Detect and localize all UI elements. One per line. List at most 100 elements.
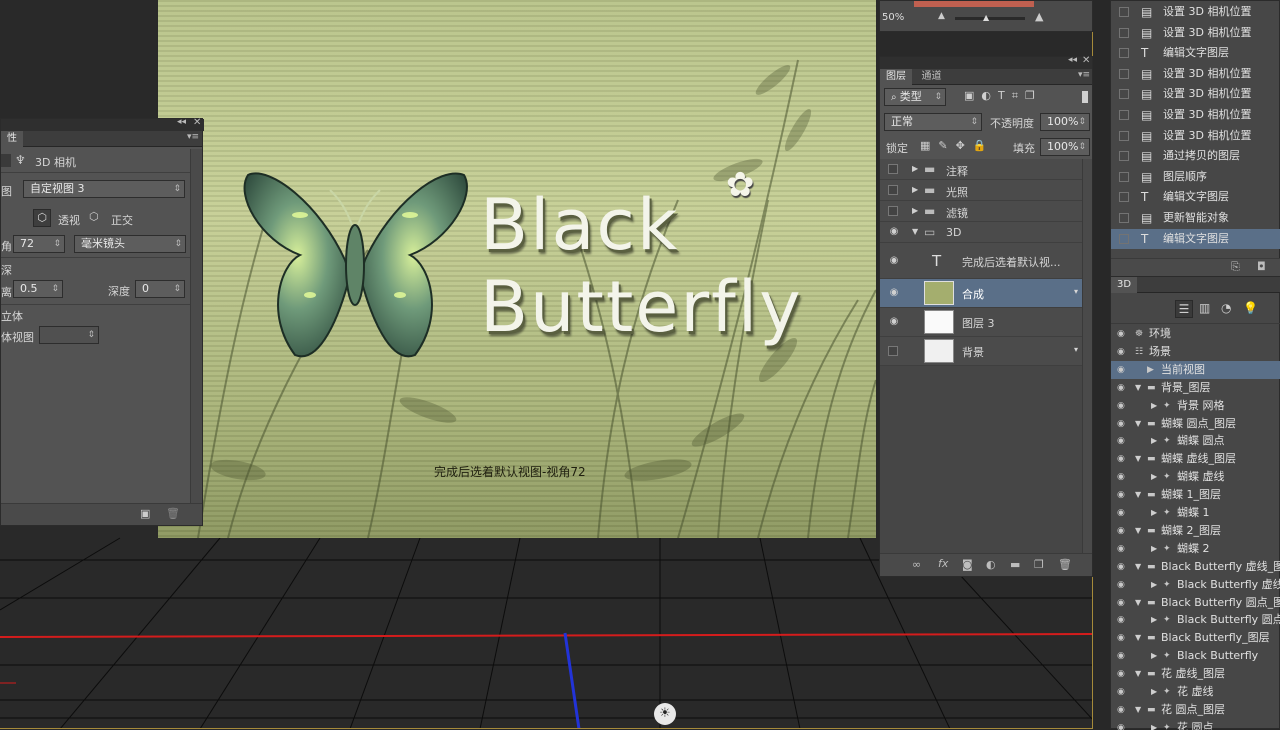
properties-scrollbar[interactable] — [190, 149, 202, 505]
filter-pixel-icon[interactable]: ▣ — [964, 89, 981, 102]
layer-options-arrow-icon[interactable]: ▾ — [1074, 345, 1078, 354]
history-item[interactable]: ▤ 设置 3D 相机位置 — [1111, 23, 1280, 43]
tab-channels[interactable]: 通道 — [916, 69, 948, 85]
history-item[interactable]: ▤ 设置 3D 相机位置 — [1111, 64, 1280, 84]
history-item[interactable]: T 编辑文字图层 — [1111, 187, 1280, 207]
light-widget-icon[interactable]: ☀ — [654, 703, 676, 725]
eye-icon[interactable]: ◉ — [1117, 594, 1125, 612]
collapse-arrow-icon[interactable]: ▼ — [1135, 379, 1141, 397]
expand-arrow-icon[interactable]: ▶ — [1151, 647, 1157, 665]
mask-icon[interactable]: ◙ — [962, 558, 973, 571]
history-checkbox[interactable] — [1119, 151, 1129, 162]
collapse-arrow-icon[interactable]: ▼ — [1135, 450, 1141, 468]
expand-arrow-icon[interactable]: ▶ — [1151, 540, 1157, 558]
history-checkbox[interactable] — [1119, 48, 1129, 59]
expand-arrow-icon[interactable]: ▶ — [912, 185, 918, 194]
render-icon[interactable]: ▣ — [140, 507, 150, 520]
panel-menu-icon[interactable]: ▾≡ — [187, 132, 199, 142]
history-checkbox[interactable] — [1119, 110, 1129, 120]
distance-input[interactable]: 0.5 — [13, 280, 63, 298]
collapse-arrow-icon[interactable]: ▼ — [1135, 558, 1141, 576]
scene-item[interactable]: ◉ ☷ 场景 — [1111, 343, 1280, 361]
eye-icon[interactable]: ◉ — [1117, 665, 1125, 683]
history-item[interactable]: ▤ 图层顺序 — [1111, 167, 1280, 187]
eye-icon[interactable]: ◉ — [1117, 540, 1125, 558]
scene-item[interactable]: ◉ ▼ ▬ 蝴蝶 1_图层 — [1111, 486, 1280, 504]
scene-item[interactable]: ◉ ▼ ▬ 花 虚线_图层 — [1111, 665, 1280, 683]
eye-icon[interactable]: ◉ — [1117, 576, 1125, 594]
eye-icon[interactable]: ◉ — [1117, 361, 1125, 379]
lock-all-icon[interactable]: 🔒 — [973, 139, 995, 152]
tab-3d[interactable]: 3D — [1111, 277, 1138, 293]
fill-input[interactable]: 100% — [1040, 138, 1090, 156]
collapse-arrow-icon[interactable]: ▼ — [1135, 415, 1141, 433]
fov-input[interactable]: 72 — [13, 235, 65, 253]
eye-icon[interactable]: ◉ — [1117, 647, 1125, 665]
history-item[interactable]: ▤ 设置 3D 相机位置 — [1111, 84, 1280, 104]
scene-item[interactable]: ◉ ▶ 当前视图 — [1111, 360, 1280, 379]
layer-options-arrow-icon[interactable]: ▾ — [1074, 287, 1078, 296]
history-checkbox[interactable] — [1119, 171, 1129, 182]
eye-icon[interactable]: ◉ — [1117, 701, 1125, 719]
eye-icon[interactable]: ◉ — [888, 287, 900, 299]
visibility-toggle[interactable] — [888, 164, 898, 174]
layers-scrollbar[interactable] — [1082, 159, 1092, 553]
layer-filter-select[interactable]: ⌕ 类型 — [884, 88, 946, 106]
tab-layers[interactable]: 图层 — [880, 69, 912, 85]
lens-unit-select[interactable]: 毫米镜头 — [74, 235, 186, 253]
close-icon[interactable]: ✕ — [193, 117, 201, 128]
eye-icon[interactable]: ◉ — [1117, 325, 1125, 343]
collapse-arrow-icon[interactable]: ▼ — [1135, 486, 1141, 504]
eye-icon[interactable]: ◉ — [1117, 432, 1125, 450]
scene-item[interactable]: ◉ ▼ ▬ Black Butterfly 圆点_图层 — [1111, 594, 1280, 612]
scene-item[interactable]: ◉ ▶ ✦ 蝴蝶 1 — [1111, 504, 1280, 522]
zoom-out-icon[interactable]: ▲ — [938, 11, 945, 21]
opacity-input[interactable]: 100% — [1040, 113, 1090, 131]
eye-icon[interactable]: ◉ — [1117, 629, 1125, 647]
eye-icon[interactable]: ◉ — [888, 255, 900, 267]
expand-arrow-icon[interactable]: ▶ — [1151, 683, 1157, 701]
collapse-icon[interactable]: ◂◂ — [177, 117, 186, 127]
expand-arrow-icon[interactable]: ▶ — [912, 164, 918, 173]
eye-icon[interactable]: ◉ — [1117, 611, 1125, 629]
snapshot-camera-icon[interactable]: ◘ — [1257, 260, 1266, 273]
eye-icon[interactable]: ◉ — [888, 226, 900, 238]
expand-arrow-icon[interactable]: ▶ — [1151, 719, 1157, 730]
eye-icon[interactable]: ◉ — [1117, 450, 1125, 468]
lock-move-icon[interactable]: ✥ — [956, 139, 973, 152]
history-item[interactable]: T 编辑文字图层 — [1111, 228, 1280, 249]
blend-mode-select[interactable]: 正常 — [884, 113, 982, 131]
scene-filter-icon[interactable]: ☰ — [1175, 300, 1193, 318]
history-checkbox[interactable] — [1119, 68, 1129, 79]
eye-icon[interactable]: ◉ — [1117, 504, 1125, 522]
filter-shape-icon[interactable]: ⌗ — [1012, 89, 1025, 102]
eye-icon[interactable]: ◉ — [1117, 719, 1125, 730]
collapse-arrow-icon[interactable]: ▼ — [912, 227, 918, 236]
new-document-icon[interactable]: ⎘ — [1231, 260, 1240, 274]
scene-item[interactable]: ◉ ▼ ▬ 背景_图层 — [1111, 379, 1280, 397]
zoom-slider[interactable] — [955, 17, 1025, 20]
link-icon[interactable]: ∞ — [912, 558, 921, 571]
eye-icon[interactable]: ◉ — [1117, 343, 1125, 361]
zoom-in-icon[interactable]: ▲ — [1035, 10, 1043, 23]
scene-item[interactable]: ◉ ▼ ▬ 花 圆点_图层 — [1111, 701, 1280, 719]
collapse-icon[interactable]: ◂◂ — [1068, 55, 1077, 65]
layer-row-lights[interactable]: ▶ ▬ 光照 — [880, 180, 1082, 201]
visibility-toggle[interactable] — [888, 206, 898, 216]
eye-icon[interactable]: ◉ — [888, 316, 900, 328]
layer-row-composite[interactable]: ◉ 合成 ▾ — [880, 279, 1082, 308]
expand-arrow-icon[interactable]: ▶ — [1151, 432, 1157, 450]
new-layer-icon[interactable]: ❐ — [1034, 558, 1044, 571]
history-item[interactable]: ▤ 设置 3D 相机位置 — [1111, 2, 1280, 22]
expand-arrow-icon[interactable]: ▶ — [1151, 468, 1157, 486]
eye-icon[interactable]: ◉ — [1117, 397, 1125, 415]
eye-icon[interactable]: ◉ — [1117, 415, 1125, 433]
scene-item[interactable]: ◉ ▶ ✦ Black Butterfly — [1111, 647, 1280, 665]
zoom-slider-thumb-icon[interactable]: ▲ — [983, 13, 989, 22]
history-item[interactable]: ▤ 通过拷贝的图层 — [1111, 146, 1280, 166]
mesh-filter-icon[interactable]: ▥ — [1199, 301, 1210, 315]
expand-arrow-icon[interactable]: ▶ — [1151, 611, 1157, 629]
history-checkbox[interactable] — [1119, 233, 1129, 244]
layer-row-layer3[interactable]: ◉ 图层 3 — [880, 308, 1082, 337]
fx-icon[interactable]: fx — [938, 557, 948, 570]
